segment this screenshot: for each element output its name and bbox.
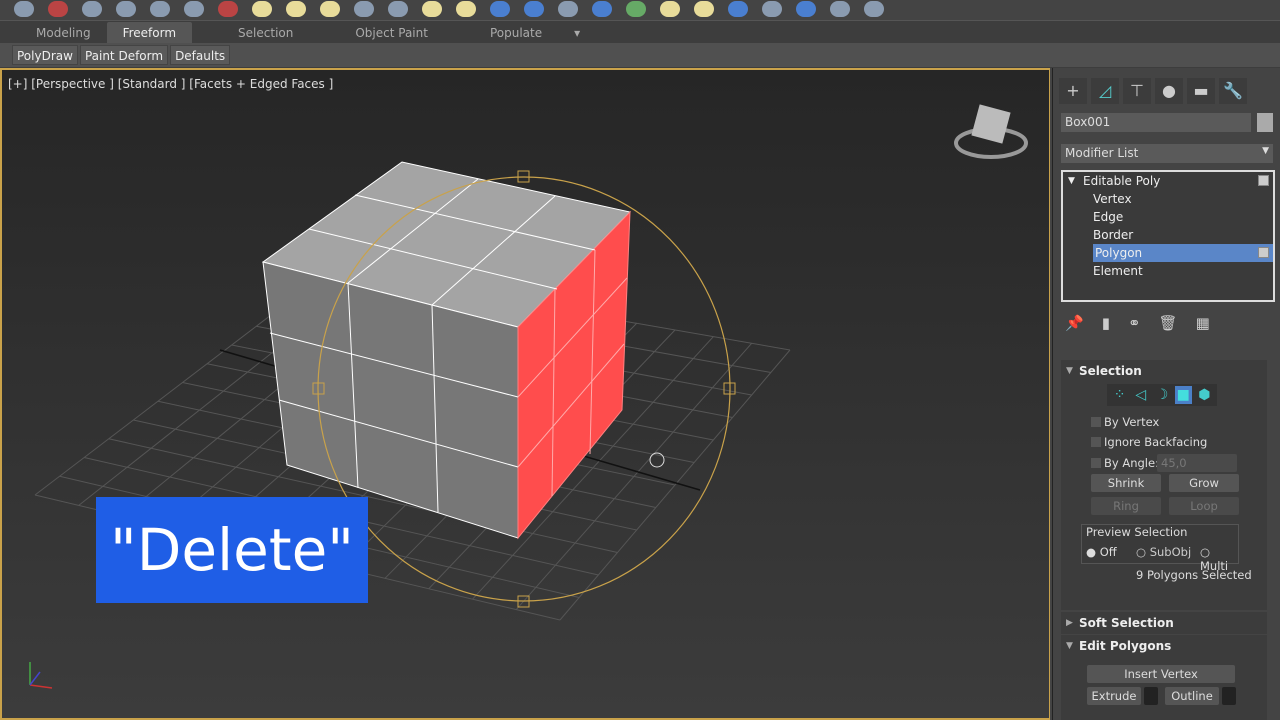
tab-modeling[interactable]: Modeling: [20, 22, 107, 43]
camera-icon[interactable]: [184, 1, 204, 17]
stack-item-element[interactable]: Element: [1063, 262, 1273, 280]
soft-selection-rollout: Soft Selection: [1061, 612, 1267, 634]
scene: [29, 104, 1028, 689]
tab-freeform[interactable]: Freeform: [106, 22, 193, 43]
edit-polygons-rollout: Edit Polygons Insert Vertex Extrude Outl…: [1061, 635, 1267, 720]
stack-item-vertex[interactable]: Vertex: [1063, 190, 1273, 208]
teapot-icon[interactable]: [14, 1, 34, 17]
cage-icon[interactable]: [354, 1, 374, 17]
render-icon[interactable]: [218, 1, 238, 17]
main-toolbar: [0, 0, 1280, 18]
perspective-viewport[interactable]: [+] [Perspective ] [Standard ] [Facets +…: [0, 68, 1050, 720]
selection-status: 9 Polygons Selected: [1136, 568, 1252, 582]
subtab-polydraw[interactable]: PolyDraw: [12, 45, 78, 65]
angle-spinner[interactable]: 45,0: [1157, 454, 1237, 472]
stack-item-editable-poly[interactable]: ▼ Editable Poly: [1063, 172, 1273, 190]
gear-icon[interactable]: [592, 1, 612, 17]
preview-subobj-radio[interactable]: ○ SubObj: [1136, 545, 1191, 559]
create-tab-icon[interactable]: +: [1059, 78, 1087, 104]
omni-light-icon[interactable]: [286, 1, 306, 17]
help-icon[interactable]: [864, 1, 884, 17]
render-frame-icon[interactable]: [762, 1, 782, 17]
extrude-settings-button[interactable]: [1144, 687, 1158, 705]
sun-icon[interactable]: [422, 1, 442, 17]
insert-vertex-button[interactable]: Insert Vertex: [1087, 665, 1235, 683]
edge-mode-icon[interactable]: ◁: [1132, 386, 1149, 404]
by-angle-checkbox[interactable]: By Angle:: [1091, 456, 1159, 470]
stack-item-edge[interactable]: Edge: [1063, 208, 1273, 226]
spot-light-icon[interactable]: [320, 1, 340, 17]
egg-icon[interactable]: [456, 1, 476, 17]
visibility-toggle[interactable]: [1258, 175, 1269, 186]
render-setup-icon[interactable]: [82, 1, 102, 17]
border-mode-icon[interactable]: ☽: [1153, 386, 1170, 404]
grass-icon[interactable]: [626, 1, 646, 17]
tab-populate[interactable]: Populate: [474, 22, 558, 43]
show-end-result-icon[interactable]: ▮: [1102, 314, 1110, 332]
extrude-button[interactable]: Extrude: [1087, 687, 1141, 705]
grow-button[interactable]: Grow: [1169, 474, 1239, 492]
display-tab-icon[interactable]: ▬: [1187, 78, 1215, 104]
remove-modifier-icon[interactable]: 🗑: [1159, 314, 1178, 332]
selection-rollout: Selection ⁘ ◁ ☽ ■ ⬢ By Vertex Ignore Bac…: [1061, 360, 1267, 610]
motion-tab-icon[interactable]: ●: [1155, 78, 1183, 104]
shrink-button[interactable]: Shrink: [1091, 474, 1161, 492]
utilities-tab-icon[interactable]: 🔧: [1219, 78, 1247, 104]
import-icon[interactable]: [830, 1, 850, 17]
subtab-defaults[interactable]: Defaults: [170, 45, 231, 65]
loop-button[interactable]: Loop: [1169, 497, 1239, 515]
display-icon[interactable]: [150, 1, 170, 17]
pin-stack-icon[interactable]: 📌: [1065, 314, 1084, 332]
chevron-down-icon: ▼: [1262, 146, 1269, 156]
stack-item-border[interactable]: Border: [1063, 226, 1273, 244]
vertex-mode-icon[interactable]: ⁘: [1111, 386, 1128, 404]
outline-button[interactable]: Outline: [1165, 687, 1219, 705]
material-icon[interactable]: [48, 1, 68, 17]
subobject-mode-bar: ⁘ ◁ ☽ ■ ⬢: [1107, 384, 1217, 406]
stack-item-polygon[interactable]: Polygon: [1093, 244, 1273, 262]
ignore-backfacing-checkbox[interactable]: Ignore Backfacing: [1091, 435, 1207, 449]
command-panel: + ◿ ⊤ ● ▬ 🔧 Box001 Modifier List ▼ ▼ Edita…: [1052, 68, 1280, 720]
ring-button[interactable]: Ring: [1091, 497, 1161, 515]
collapse-arrow-icon: ▼: [1068, 176, 1075, 186]
selection-rollout-header[interactable]: Selection: [1061, 360, 1267, 382]
molecule-icon[interactable]: [524, 1, 544, 17]
hierarchy-tab-icon[interactable]: ⊤: [1123, 78, 1151, 104]
outline-settings-button[interactable]: [1222, 687, 1236, 705]
preview-off-radio[interactable]: ● Off: [1086, 545, 1117, 559]
object-name-input[interactable]: Box001: [1061, 113, 1251, 132]
layer-icon[interactable]: [116, 1, 136, 17]
sphere-icon[interactable]: [728, 1, 748, 17]
light-icon[interactable]: [252, 1, 272, 17]
ox-icon[interactable]: [694, 1, 714, 17]
hair-icon[interactable]: [660, 1, 680, 17]
element-mode-icon[interactable]: ⬢: [1196, 386, 1213, 404]
soft-selection-header[interactable]: Soft Selection: [1061, 612, 1267, 634]
cone-icon[interactable]: [388, 1, 408, 17]
preview-selection-label: Preview Selection: [1086, 525, 1188, 539]
polygon-toggle[interactable]: [1258, 247, 1269, 258]
preview-selection-group: Preview Selection ● Off ○ SubObj ○ Multi: [1081, 524, 1239, 573]
keystroke-overlay: "Delete": [96, 497, 368, 603]
by-vertex-checkbox[interactable]: By Vertex: [1091, 415, 1159, 429]
tab-object-paint[interactable]: Object Paint: [339, 22, 444, 43]
particles-icon[interactable]: [490, 1, 510, 17]
object-color-swatch[interactable]: [1257, 113, 1273, 132]
polygon-mode-icon[interactable]: ■: [1174, 386, 1192, 404]
viewcube-icon: [954, 104, 1028, 159]
modifier-stack: ▼ Editable Poly Vertex Edge Border Polygo…: [1061, 170, 1275, 302]
tower-icon[interactable]: [558, 1, 578, 17]
make-unique-icon[interactable]: ⚭: [1128, 314, 1141, 332]
modify-tab-icon[interactable]: ◿: [1091, 78, 1119, 104]
modifier-list-dropdown[interactable]: Modifier List ▼: [1061, 144, 1273, 163]
ribbon-options-dropdown[interactable]: ▾: [558, 22, 596, 43]
ribbon: Modeling Freeform Selection Object Paint…: [0, 20, 1280, 68]
subtab-paint-deform[interactable]: Paint Deform: [79, 45, 169, 65]
axis-tripod-icon: [29, 662, 53, 689]
drop-icon[interactable]: [796, 1, 816, 17]
viewport-label[interactable]: [+] [Perspective ] [Standard ] [Facets +…: [8, 77, 333, 91]
edit-polygons-header[interactable]: Edit Polygons: [1061, 635, 1267, 657]
tab-selection[interactable]: Selection: [222, 22, 309, 43]
configure-modifier-sets-icon[interactable]: ▦: [1196, 314, 1210, 332]
